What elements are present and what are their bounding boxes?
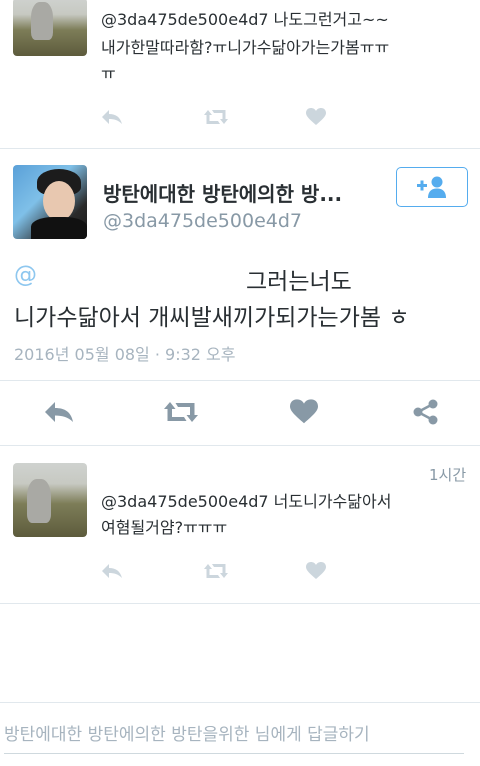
tweet-text-line: ㅠ	[101, 64, 116, 83]
avatar[interactable]	[13, 165, 87, 239]
retweet-icon[interactable]	[203, 108, 229, 126]
divider	[0, 603, 480, 604]
divider	[0, 148, 480, 149]
like-icon[interactable]	[290, 399, 318, 425]
time-ago: 1시간	[429, 466, 467, 484]
tweet-text-line: 여혐될거얌?ㅠㅠㅠ	[101, 518, 228, 537]
tweet-text-line: @3da475de500e4d7 나도그런거고~~	[101, 10, 389, 29]
avatar-shirt	[31, 217, 87, 239]
display-name[interactable]: 방탄에대한 방탄에의한 방...	[103, 178, 342, 207]
follow-button[interactable]	[396, 167, 468, 207]
tweet-text-line: 니가수닮아서 개씨발새끼가되가는가봄 ㅎ	[14, 305, 410, 331]
tweet-timestamp[interactable]: 2016년 05월 08일 · 9:32 오후	[14, 341, 235, 365]
user-handle[interactable]: @3da475de500e4d7	[103, 210, 302, 232]
avatar-face	[43, 181, 75, 221]
avatar[interactable]	[13, 0, 87, 56]
avatar-figure	[31, 2, 53, 40]
reply-icon[interactable]	[100, 562, 124, 580]
add-user-icon	[417, 176, 446, 198]
compose-underline	[4, 753, 464, 754]
reply-icon[interactable]	[100, 108, 124, 126]
divider	[0, 380, 480, 381]
retweet-icon[interactable]	[203, 562, 229, 580]
share-icon[interactable]	[412, 398, 440, 426]
avatar-figure	[27, 479, 51, 523]
divider	[0, 445, 480, 446]
reply-compose-bar: 방탄에대한 방탄에의한 방탄을위한 님에게 답글하기	[0, 702, 480, 766]
mention-link[interactable]: @	[14, 262, 37, 288]
avatar[interactable]	[13, 463, 87, 537]
retweet-icon[interactable]	[163, 400, 199, 424]
tweet-text-line: 내가한말따라함?ㅠ니가수닮아가는가봄ㅠㅠ	[101, 38, 390, 57]
reply-compose-input[interactable]: 방탄에대한 방탄에의한 방탄을위한 님에게 답글하기	[4, 720, 370, 745]
like-icon[interactable]	[306, 562, 326, 580]
like-icon[interactable]	[306, 108, 326, 126]
tweet-text-line: 그러는너도	[246, 269, 352, 295]
reply-icon[interactable]	[43, 400, 75, 424]
tweet-text-line: @3da475de500e4d7 너도니가수닮아서	[101, 492, 392, 511]
